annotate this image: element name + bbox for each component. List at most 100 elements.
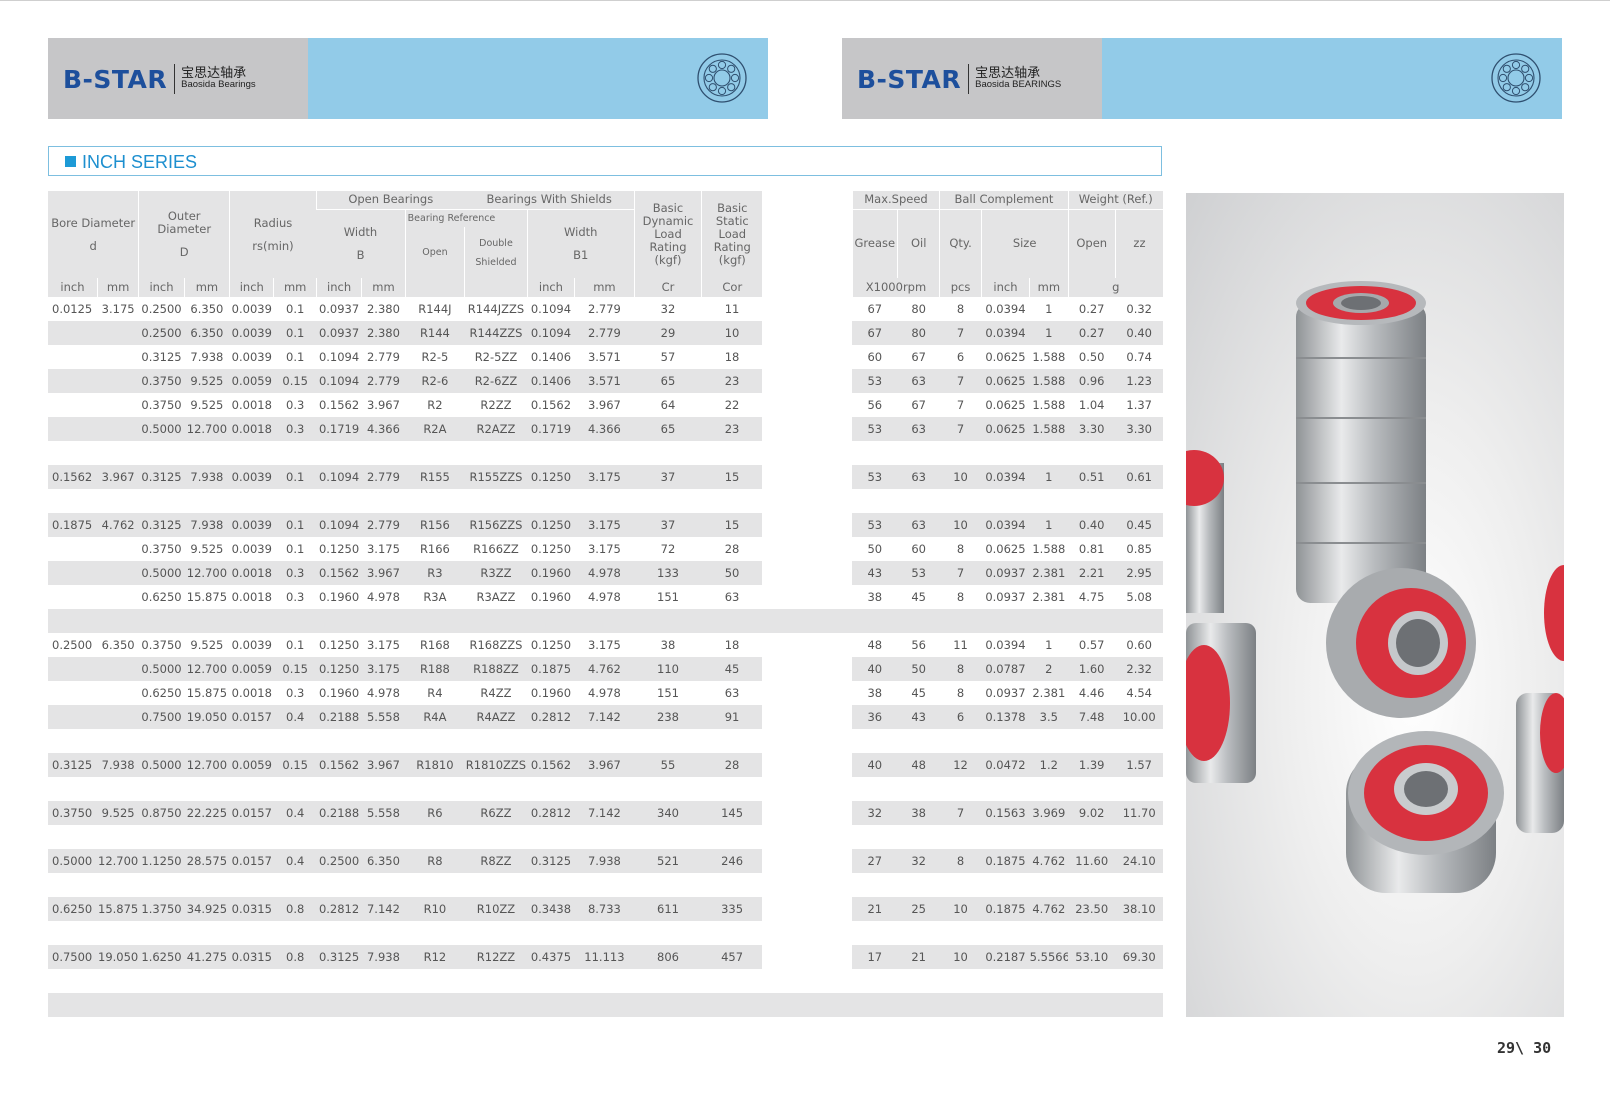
table-cell: 3.30 xyxy=(1115,417,1163,441)
table-cell: 34.925 xyxy=(184,897,230,921)
table-row: 0.2500 6.350 0.0039 0.1 0.0937 2.380 R144 R144Z… xyxy=(48,321,1163,345)
unit-mm: mm xyxy=(361,278,406,297)
column-gap xyxy=(762,321,853,345)
table-cell: 3.175 xyxy=(574,633,635,657)
table-cell: 7.938 xyxy=(574,849,635,873)
table-cell xyxy=(97,657,139,681)
table-cell: 23 xyxy=(701,369,763,393)
table-cell: 38 xyxy=(634,633,702,657)
table-cell: 1.39 xyxy=(1068,753,1116,777)
table-cell: 0.0625 xyxy=(981,345,1030,369)
ball-complement-header: Ball Complement xyxy=(939,191,1068,210)
table-cell: 63 xyxy=(701,585,763,609)
table-cell: 3.967 xyxy=(361,561,406,585)
table-cell: 0.0018 xyxy=(229,561,274,585)
table-cell: 3.967 xyxy=(574,393,635,417)
table-cell: 10.00 xyxy=(1115,705,1163,729)
size-header: Size xyxy=(980,209,1068,278)
table-cell: 3.969 xyxy=(1029,801,1068,825)
spacer-row xyxy=(48,441,1163,465)
column-gap xyxy=(762,393,853,417)
bearing-icon xyxy=(697,53,747,103)
table-cell: 6.350 xyxy=(361,849,406,873)
table-cell: 40 xyxy=(852,753,898,777)
table-cell: 9.02 xyxy=(1068,801,1116,825)
table-cell: R156ZZS xyxy=(464,513,528,537)
table-cell: 22.225 xyxy=(184,801,230,825)
radius-header: Radius xyxy=(253,215,293,230)
table-cell: 2.381 xyxy=(1029,561,1068,585)
table-cell: 0.1378 xyxy=(981,705,1030,729)
unit-cr: Cr xyxy=(633,278,702,297)
table-cell: 1 xyxy=(1029,633,1068,657)
table-row: 0.0125 3.175 0.2500 6.350 0.0039 0.1 0.0937 2.3… xyxy=(48,297,1163,321)
table-cell: 0.0039 xyxy=(229,465,274,489)
table-cell: 53 xyxy=(897,561,940,585)
table-cell: 6.350 xyxy=(184,297,230,321)
radius-symbol: rs(min) xyxy=(252,238,294,253)
table-row: 0.5000 12.700 1.1250 28.575 0.0157 0.4 0.2500 6… xyxy=(48,849,1163,873)
table-row: 0.6250 15.875 0.0018 0.3 0.1960 4.978 R4 R4ZZ 0.… xyxy=(48,681,1163,705)
table-cell: 10 xyxy=(939,945,982,969)
table-cell: 53 xyxy=(852,465,898,489)
table-cell: 1 xyxy=(1029,513,1068,537)
table-cell: 1.23 xyxy=(1115,369,1163,393)
table-cell: 8.733 xyxy=(574,897,635,921)
table-cell: 53 xyxy=(852,417,898,441)
table-cell: 2.380 xyxy=(361,297,406,321)
section-title-box: INCH SERIES xyxy=(48,146,1162,176)
column-gap xyxy=(762,897,853,921)
table-cell: 0.1094 xyxy=(316,465,362,489)
table-cell: 0.5000 xyxy=(48,849,98,873)
table-cell: 60 xyxy=(852,345,898,369)
table-cell: R166ZZ xyxy=(464,537,528,561)
table-cell: 0.3438 xyxy=(527,897,575,921)
spacer-cell xyxy=(48,609,1163,633)
table-cell: 7 xyxy=(939,321,982,345)
table-cell: 0.3 xyxy=(273,585,317,609)
table-cell: 10 xyxy=(939,513,982,537)
table-cell: 45 xyxy=(897,681,940,705)
table-cell: 1.04 xyxy=(1068,393,1116,417)
table-cell: 25 xyxy=(897,897,940,921)
table-cell: 8 xyxy=(939,657,982,681)
table-cell xyxy=(97,561,139,585)
spacer-cell xyxy=(48,441,1163,465)
table-cell: 145 xyxy=(701,801,763,825)
bore-symbol: d xyxy=(89,238,97,253)
unit-inch: inch xyxy=(48,278,98,297)
table-cell: 0.2812 xyxy=(527,801,575,825)
table-cell: 0.3125 xyxy=(527,849,575,873)
column-gap xyxy=(762,681,853,705)
table-cell: 11.113 xyxy=(574,945,635,969)
table-cell: 1.1250 xyxy=(138,849,185,873)
column-gap xyxy=(762,345,853,369)
table-cell: 9.525 xyxy=(184,633,230,657)
table-cell: 0.0039 xyxy=(229,297,274,321)
table-cell xyxy=(97,417,139,441)
table-cell: 4.762 xyxy=(1029,849,1068,873)
open-header: Open xyxy=(404,227,465,278)
table-cell: 12 xyxy=(939,753,982,777)
table-cell: 0.0625 xyxy=(981,369,1030,393)
table-cell: 12.700 xyxy=(184,561,230,585)
table-cell: 10 xyxy=(701,321,763,345)
table-cell: 6 xyxy=(939,345,982,369)
table-cell: 0.2812 xyxy=(316,897,362,921)
table-row: 0.6250 15.875 0.0018 0.3 0.1960 4.978 R3A R3AZZ… xyxy=(48,585,1163,609)
table-cell: 0.81 xyxy=(1068,537,1116,561)
table-cell: 9.525 xyxy=(184,393,230,417)
table-cell: 0.6250 xyxy=(138,585,185,609)
table-cell: 32 xyxy=(897,849,940,873)
table-cell: 0.0937 xyxy=(981,561,1030,585)
table-cell: 0.7500 xyxy=(138,705,185,729)
table-cell: 0.40 xyxy=(1115,321,1163,345)
column-gap xyxy=(762,537,853,561)
table-cell: R144ZZS xyxy=(464,321,528,345)
table-cell: 0.15 xyxy=(273,657,317,681)
table-cell: 7.48 xyxy=(1068,705,1116,729)
table-cell: R3ZZ xyxy=(464,561,528,585)
table-cell: 0.0787 xyxy=(981,657,1030,681)
table-cell: 28.575 xyxy=(184,849,230,873)
table-cell: 0.0625 xyxy=(981,393,1030,417)
